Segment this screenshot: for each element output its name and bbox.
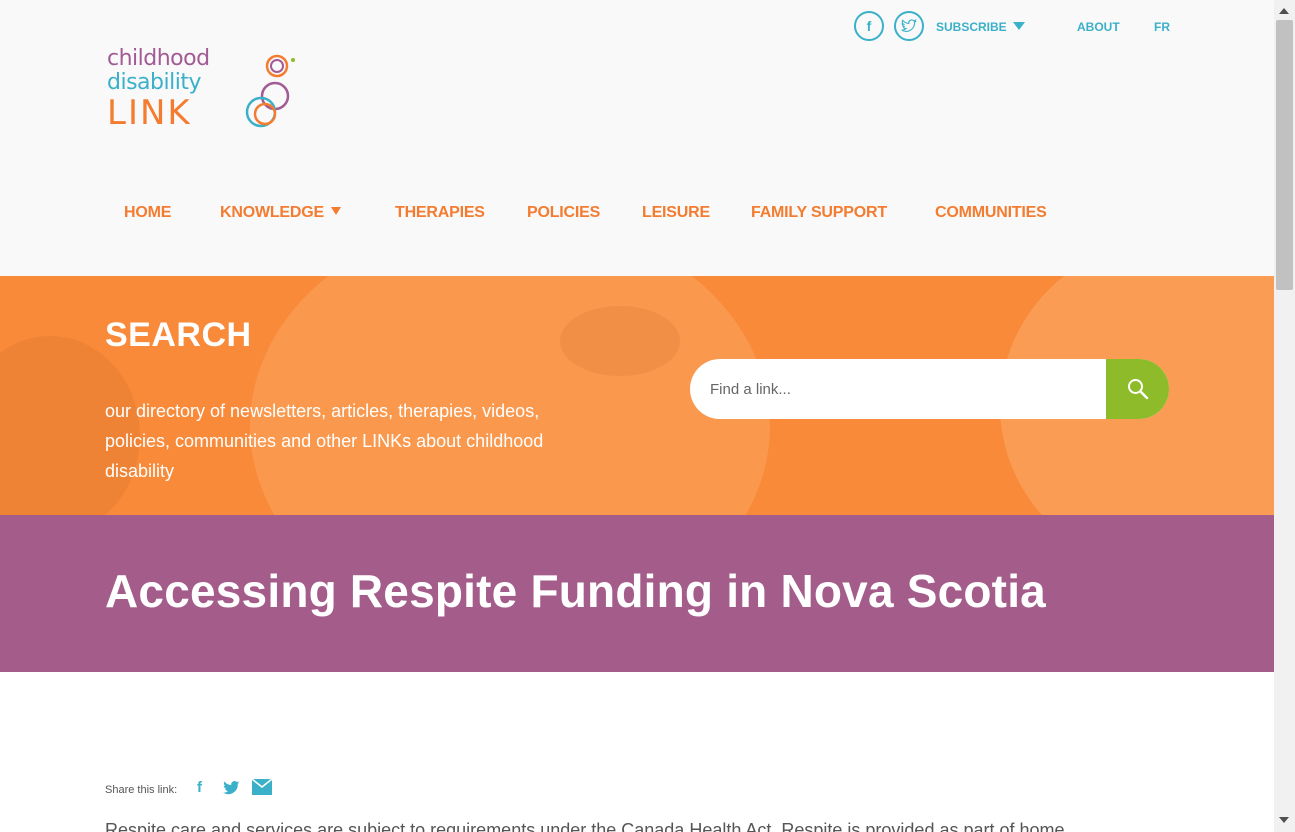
email-icon[interactable]	[251, 778, 273, 800]
share-label: Share this link:	[105, 784, 178, 796]
site-logo[interactable]: childhood disability LINK	[105, 48, 300, 132]
title-band: Accessing Respite Funding in Nova Scotia	[0, 515, 1274, 672]
article-content: Share this link: f Respite care and serv…	[0, 672, 1274, 832]
facebook-icon[interactable]: f	[197, 779, 202, 796]
logo-figure-icon	[245, 54, 295, 128]
nav-item-therapies[interactable]: THERAPIES	[395, 204, 485, 222]
subscribe-label: SUBSCRIBE	[936, 20, 1007, 34]
logo-line-1: childhood	[107, 46, 210, 71]
twitter-icon[interactable]	[222, 780, 241, 801]
page-title: Accessing Respite Funding in Nova Scotia	[105, 565, 1046, 617]
page: childhood disability LINK f SUBSCRIBE AB…	[0, 0, 1274, 832]
article-body-text: Respite care and services are subject to…	[105, 820, 1065, 832]
chevron-down-icon	[330, 207, 341, 215]
nav-item-policies[interactable]: POLICIES	[527, 204, 600, 222]
language-toggle[interactable]: FR	[1154, 20, 1170, 34]
search-heading: SEARCH	[105, 316, 252, 354]
facebook-icon[interactable]: f	[854, 11, 884, 41]
search-description: our directory of newsletters, articles, …	[105, 401, 544, 481]
search-button[interactable]	[1106, 359, 1169, 419]
search-form	[690, 359, 1169, 419]
search-input[interactable]	[690, 359, 1106, 419]
logo-line-3: LINK	[107, 93, 192, 133]
nav-item-family-support[interactable]: FAMILY SUPPORT	[751, 204, 887, 222]
search-banner: SEARCH our directory of newsletters, art…	[0, 276, 1274, 515]
scroll-up-icon[interactable]	[1279, 8, 1289, 14]
scroll-down-icon[interactable]	[1279, 817, 1289, 823]
subscribe-dropdown[interactable]: SUBSCRIBE	[936, 20, 1025, 34]
nav-item-leisure[interactable]: LEISURE	[642, 204, 710, 222]
banner-photo-overlay	[560, 306, 680, 376]
page-scrollbar[interactable]	[1274, 0, 1295, 832]
nav-item-home[interactable]: HOME	[124, 204, 171, 222]
search-icon	[1127, 379, 1148, 400]
nav-item-communities[interactable]: COMMUNITIES	[935, 204, 1047, 222]
site-header: childhood disability LINK f SUBSCRIBE AB…	[0, 0, 1274, 276]
nav-item-label: KNOWLEDGE	[220, 204, 324, 221]
about-link[interactable]: ABOUT	[1077, 20, 1120, 34]
nav-item-knowledge[interactable]: KNOWLEDGE	[220, 204, 341, 222]
twitter-icon[interactable]	[894, 11, 924, 41]
chevron-down-icon	[1012, 22, 1025, 30]
logo-line-2: disability	[107, 70, 201, 95]
scrollbar-thumb[interactable]	[1276, 20, 1293, 290]
